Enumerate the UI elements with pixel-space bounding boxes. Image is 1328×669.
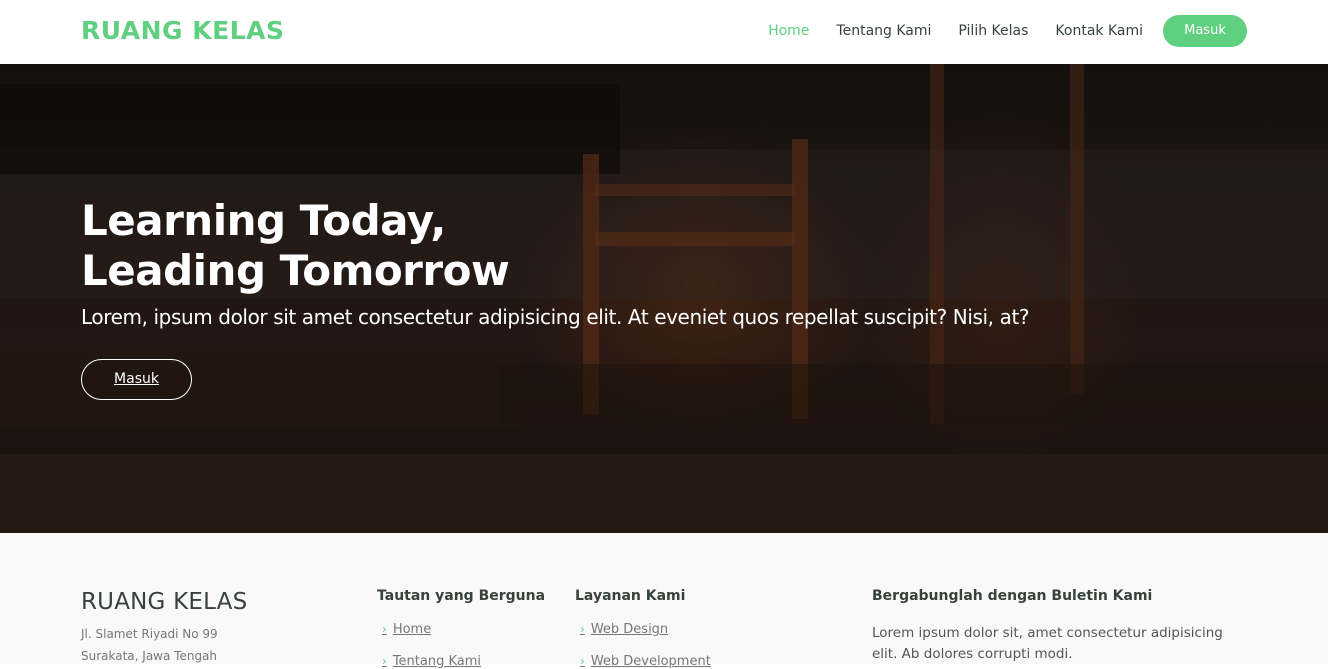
footer-link-tentang-kami[interactable]: › Tentang Kami [382, 654, 481, 669]
chevron-right-icon: › [382, 654, 387, 668]
useful-links-title: Tautan yang Berguna [377, 588, 546, 604]
footer-link-web-development[interactable]: › Web Development [580, 654, 711, 669]
nav-pilih-kelas[interactable]: Pilih Kelas [958, 15, 1028, 47]
brand-logo[interactable]: RUANG KELAS [81, 16, 285, 45]
hero-masuk-button[interactable]: Masuk [81, 359, 192, 400]
chevron-right-icon: › [580, 654, 585, 668]
hero-title: Learning Today, Leading Tomorrow [81, 196, 781, 296]
footer-link-home[interactable]: › Home [382, 622, 431, 637]
hero-overlay [0, 64, 1328, 533]
footer-link-label: Tentang Kami [392, 654, 482, 669]
footer-address-line2: Surakata, Jawa Tengah [81, 649, 218, 663]
nav-tentang-kami[interactable]: Tentang Kami [836, 15, 931, 47]
hero-section: Learning Today, Leading Tomorrow Lorem, … [0, 64, 1328, 533]
footer-brand: RUANG KELAS [81, 589, 248, 615]
footer-address-line1: Jl. Slamet Riyadi No 99 [81, 627, 218, 641]
chevron-right-icon: › [382, 622, 387, 636]
hero-title-line2: Leading Tomorrow [81, 246, 510, 295]
footer-link-web-design[interactable]: › Web Design [580, 622, 668, 637]
nav-kontak-kami[interactable]: Kontak Kami [1055, 15, 1143, 47]
site-header: RUANG KELAS Home Tentang Kami Pilih Kela… [0, 0, 1328, 64]
footer-link-label: Home [392, 622, 432, 637]
login-button[interactable]: Masuk [1163, 15, 1247, 47]
chevron-right-icon: › [580, 622, 585, 636]
newsletter-text: Lorem ipsum dolor sit, amet consectetur … [872, 625, 1223, 662]
footer-link-label: Web Design [590, 622, 669, 637]
footer-link-label: Web Development [590, 654, 711, 669]
nav-home[interactable]: Home [768, 15, 809, 47]
site-footer: RUANG KELAS Jl. Slamet Riyadi No 99 Sura… [0, 533, 1328, 669]
hero-subtitle: Lorem, ipsum dolor sit amet consectetur … [81, 305, 1030, 329]
newsletter-title: Bergabunglah dengan Buletin Kami [872, 588, 1153, 604]
services-title: Layanan Kami [575, 588, 686, 604]
main-nav: Home Tentang Kami Pilih Kelas Kontak Kam… [741, 15, 1247, 47]
hero-title-line1: Learning Today, [81, 196, 446, 245]
